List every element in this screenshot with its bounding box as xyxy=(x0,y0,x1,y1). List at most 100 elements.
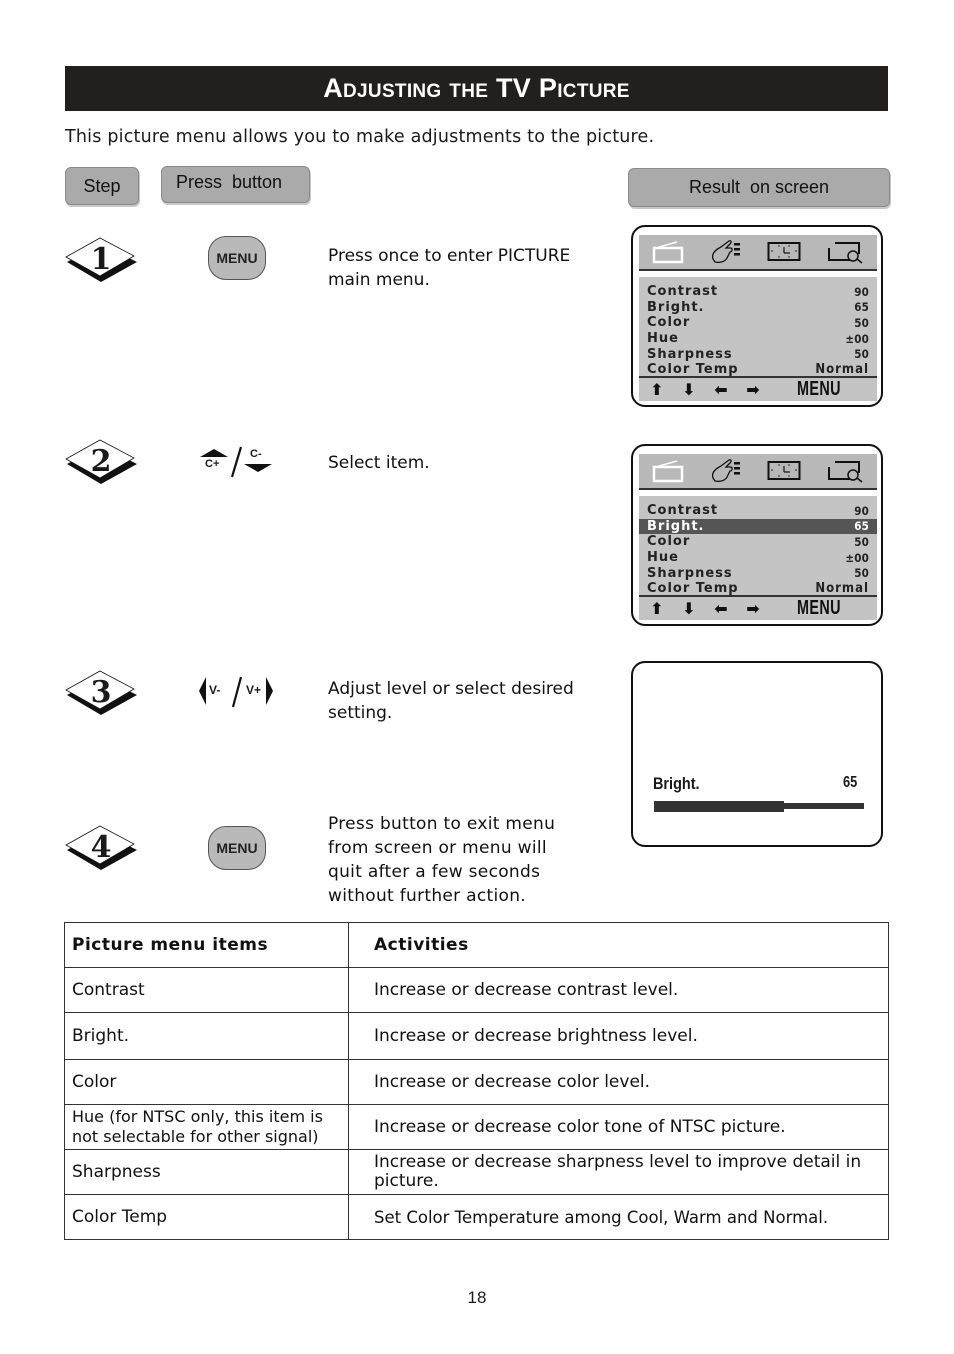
osd-item-value: 50 xyxy=(854,315,869,330)
adjust-value: 65 xyxy=(843,774,858,791)
osd-item-value: 50 xyxy=(854,566,869,581)
osd-screen-main-menu: Contrast 90 Bright. 65 Color 50 Hue ±00 Sharpnes… xyxy=(631,225,883,407)
menu-button-label: MENU xyxy=(216,250,258,266)
step-number-2: 2 xyxy=(91,444,112,479)
osd-tab-bar xyxy=(639,235,877,271)
volume-right-arrow-icon xyxy=(266,677,273,705)
osd-item-value: 90 xyxy=(854,284,869,299)
osd-item-label: Sharpness xyxy=(647,346,733,362)
osd-screen-adjust: Bright. 65 xyxy=(631,661,883,847)
channel-down-label[interactable]: C- xyxy=(250,448,262,460)
osd-menu-item[interactable]: Bright. 65 xyxy=(639,300,877,316)
table-cell-activity: Increase or decrease color tone of NTSC … xyxy=(348,1104,889,1150)
table-cell-activity: Increase or decrease brightness level. xyxy=(348,1012,889,1060)
menu-button-label: MENU xyxy=(216,840,258,856)
table-row: Bright. Increase or decrease brightness … xyxy=(64,1012,889,1060)
osd-item-label: Contrast xyxy=(647,284,719,300)
tv-icon[interactable] xyxy=(651,240,685,264)
step-badge-1: 1 xyxy=(65,237,137,282)
hand-settings-icon[interactable] xyxy=(709,458,743,484)
osd-menu-item[interactable]: Contrast 90 xyxy=(639,503,877,519)
arrow-right-icon: ➡ xyxy=(746,380,760,399)
osd-item-list: Contrast 90 Bright. 65 Color 50 Hue ±00 Sharpnes… xyxy=(639,277,877,401)
osd-item-label: Color Temp xyxy=(647,581,739,597)
table-row: Hue (for NTSC only, this item is not sel… xyxy=(64,1104,889,1150)
osd-menu-item[interactable]: Bright. 65 xyxy=(639,518,877,535)
osd-item-label: Color xyxy=(647,315,691,331)
osd-menu-label: MENU xyxy=(797,378,841,400)
osd-item-value: 50 xyxy=(854,347,869,362)
intro-text: This picture menu allows you to make adj… xyxy=(65,127,655,147)
tv-icon[interactable] xyxy=(651,459,685,483)
osd-item-value: ±00 xyxy=(845,331,869,346)
channel-up-label[interactable]: C+ xyxy=(205,458,219,470)
page-number: 18 xyxy=(467,1288,487,1307)
arrow-down-icon: ⬇ xyxy=(682,599,696,618)
osd-menu-item[interactable]: Hue ±00 xyxy=(639,550,877,566)
header-press-button-label: Press button xyxy=(176,172,283,192)
table-row: Color Increase or decrease color level. xyxy=(64,1059,889,1105)
table-cell-item: Color Temp xyxy=(64,1194,349,1240)
page-title: Adjusting the TV Picture xyxy=(323,73,630,103)
osd-menu-item[interactable]: Contrast 90 xyxy=(639,284,877,300)
header-result-label: Result on screen xyxy=(688,177,830,197)
arrow-up-icon: ⬆ xyxy=(650,380,664,399)
osd-item-value: 65 xyxy=(854,519,869,534)
arrow-left-icon: ⬅ xyxy=(714,380,728,399)
osd-tab-bar xyxy=(639,454,877,490)
hand-settings-icon[interactable] xyxy=(709,239,743,265)
table-cell-item: Sharpness xyxy=(64,1149,349,1195)
volume-left-arrow-icon xyxy=(199,677,206,705)
osd-item-label: Color xyxy=(647,534,691,550)
table-cell-activity: Increase or decrease sharpness level to … xyxy=(348,1149,889,1195)
osd-item-value: 50 xyxy=(854,534,869,549)
step-number-4: 4 xyxy=(91,830,112,865)
table-cell-activity: Set Color Temperature among Cool, Warm a… xyxy=(348,1194,889,1240)
search-screen-icon[interactable] xyxy=(825,459,865,483)
osd-item-value: Normal xyxy=(815,362,869,378)
step3-description: Adjust level or select desired setting. xyxy=(328,679,574,723)
osd-item-label: Color Temp xyxy=(647,362,739,378)
header-press-button: Press button xyxy=(161,166,310,203)
osd-menu-item[interactable]: Color 50 xyxy=(639,315,877,331)
table-cell-activity: Increase or decrease color level. xyxy=(348,1059,889,1105)
header-result-on-screen: Result on screen xyxy=(628,168,890,207)
osd-item-label: Hue xyxy=(647,550,679,566)
header-step: Step xyxy=(65,167,139,205)
osd-item-label: Sharpness xyxy=(647,565,733,581)
channel-down-arrow-icon xyxy=(244,464,272,472)
table-cell-activity: Increase or decrease contrast level. xyxy=(348,967,889,1013)
level-bar-fill xyxy=(654,801,785,812)
osd-menu-item[interactable]: Sharpness 50 xyxy=(639,346,877,362)
osd-nav-bar: ⬆ ⬇ ⬅ ➡ MENU xyxy=(639,376,877,401)
osd-item-list: Contrast 90 Bright. 65 Color 50 Hue ±00 Sharpnes… xyxy=(639,496,877,620)
osd-menu-item[interactable]: Sharpness 50 xyxy=(639,565,877,581)
step1-description: Press once to enter PICTURE main menu. xyxy=(328,246,571,290)
osd-menu-item[interactable]: Color 50 xyxy=(639,534,877,550)
picture-menu-items-table: Picture menu items Activities Contrast I… xyxy=(64,922,889,1240)
osd-item-value: 65 xyxy=(854,300,869,315)
step-badge-2: 2 xyxy=(65,439,137,484)
table-cell-item: Hue (for NTSC only, this item is not sel… xyxy=(64,1104,349,1150)
table-header-row: Picture menu items Activities xyxy=(64,922,889,968)
channel-buttons: C+ C- xyxy=(196,443,276,479)
menu-button-step1[interactable]: MENU xyxy=(208,236,266,280)
volume-up-label[interactable]: V+ xyxy=(246,683,261,697)
separator-slash xyxy=(231,676,243,708)
step4-description: Press button to exit menu from screen or… xyxy=(328,814,556,906)
osd-item-value: 90 xyxy=(854,503,869,518)
osd-item-value: ±00 xyxy=(845,550,869,565)
osd-menu-item[interactable]: Hue ±00 xyxy=(639,331,877,347)
page-title-bar: Adjusting the TV Picture xyxy=(65,66,888,111)
volume-buttons: V- V+ xyxy=(196,673,278,709)
clock-icon[interactable] xyxy=(767,460,801,482)
search-screen-icon[interactable] xyxy=(825,240,865,264)
channel-up-arrow-icon xyxy=(200,449,228,457)
arrow-left-icon: ⬅ xyxy=(714,599,728,618)
adjust-label: Bright. xyxy=(653,774,700,793)
table-row: Sharpness Increase or decrease sharpness… xyxy=(64,1149,889,1195)
clock-icon[interactable] xyxy=(767,241,801,263)
osd-item-label: Contrast xyxy=(647,503,719,519)
menu-button-step4[interactable]: MENU xyxy=(208,826,266,870)
volume-down-label[interactable]: V- xyxy=(209,683,220,697)
